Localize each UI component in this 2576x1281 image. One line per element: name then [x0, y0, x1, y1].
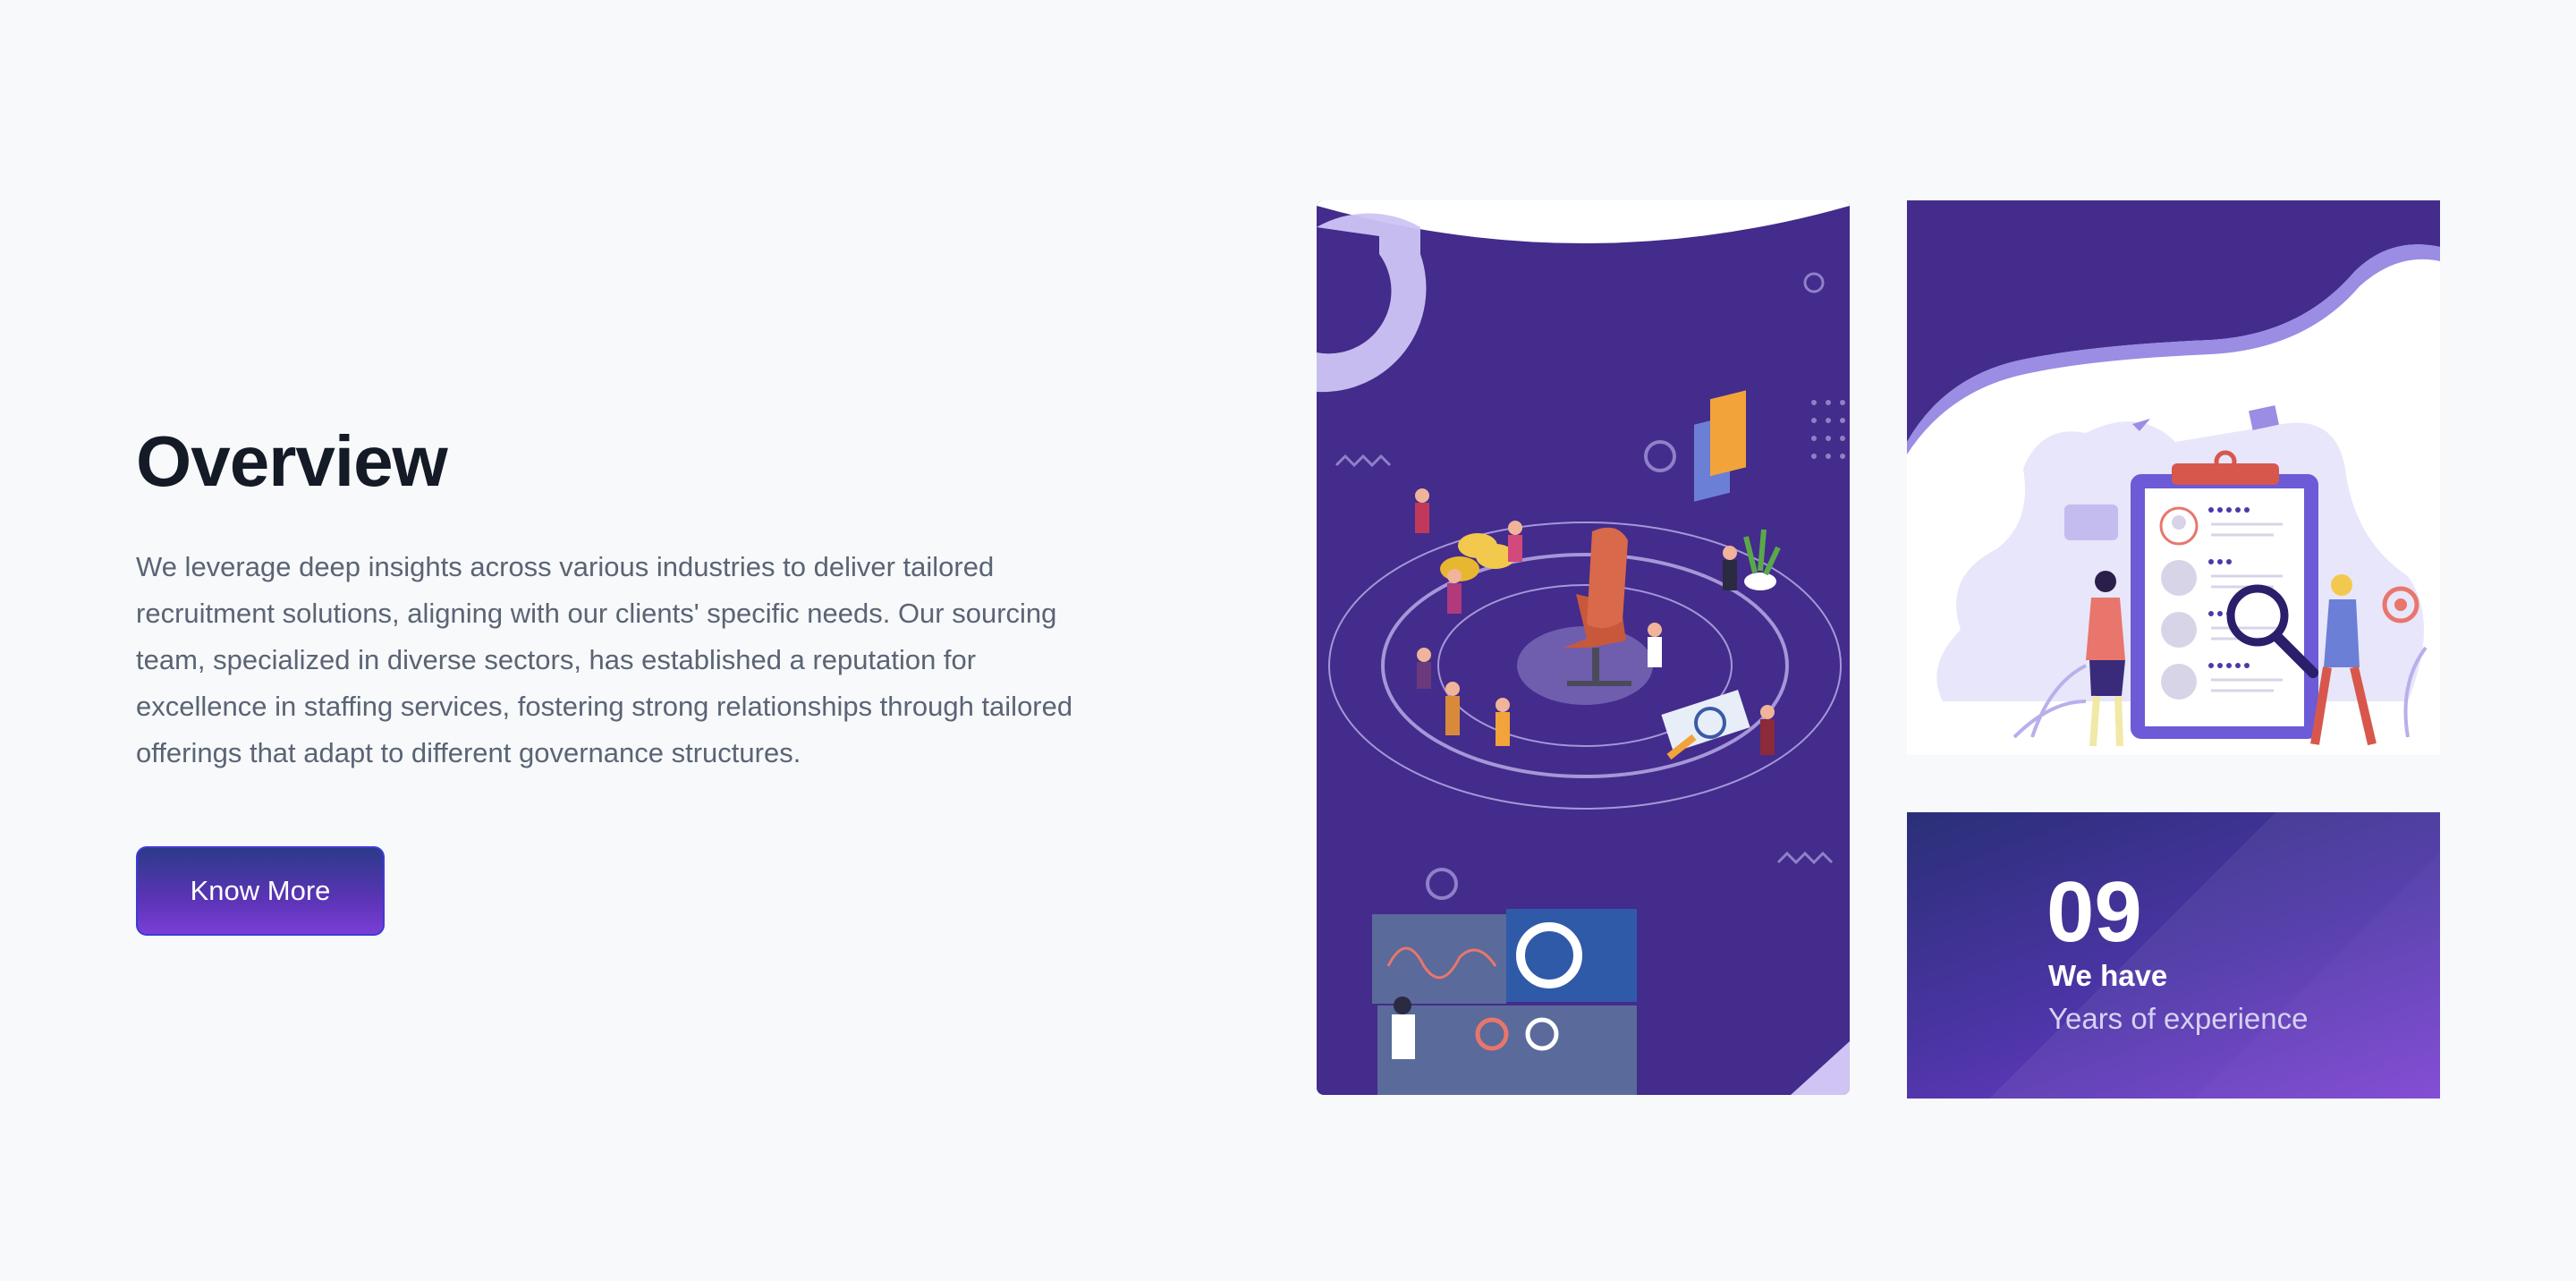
years-number: 09	[2046, 864, 2142, 960]
office-chair-team-illustration	[1317, 200, 1850, 1095]
recruitment-illustration-card	[1907, 200, 2440, 755]
know-more-button[interactable]: Know More	[136, 846, 385, 936]
stat-sublabel: Years of experience	[2048, 1002, 2309, 1035]
experience-stat-card: 09 We have Years of experience	[1907, 812, 2440, 1099]
overview-description: We leverage deep insights across various…	[136, 551, 1073, 768]
overview-title: Overview	[136, 421, 448, 501]
stat-card-background-shine	[1907, 812, 2440, 1099]
overview-text-block: Overview We leverage deep insights acros…	[136, 411, 1120, 776]
office-team-illustration-card	[1317, 200, 1850, 1095]
stat-label: We have	[2048, 959, 2168, 992]
recruitment-clipboard-illustration	[1907, 200, 2440, 755]
